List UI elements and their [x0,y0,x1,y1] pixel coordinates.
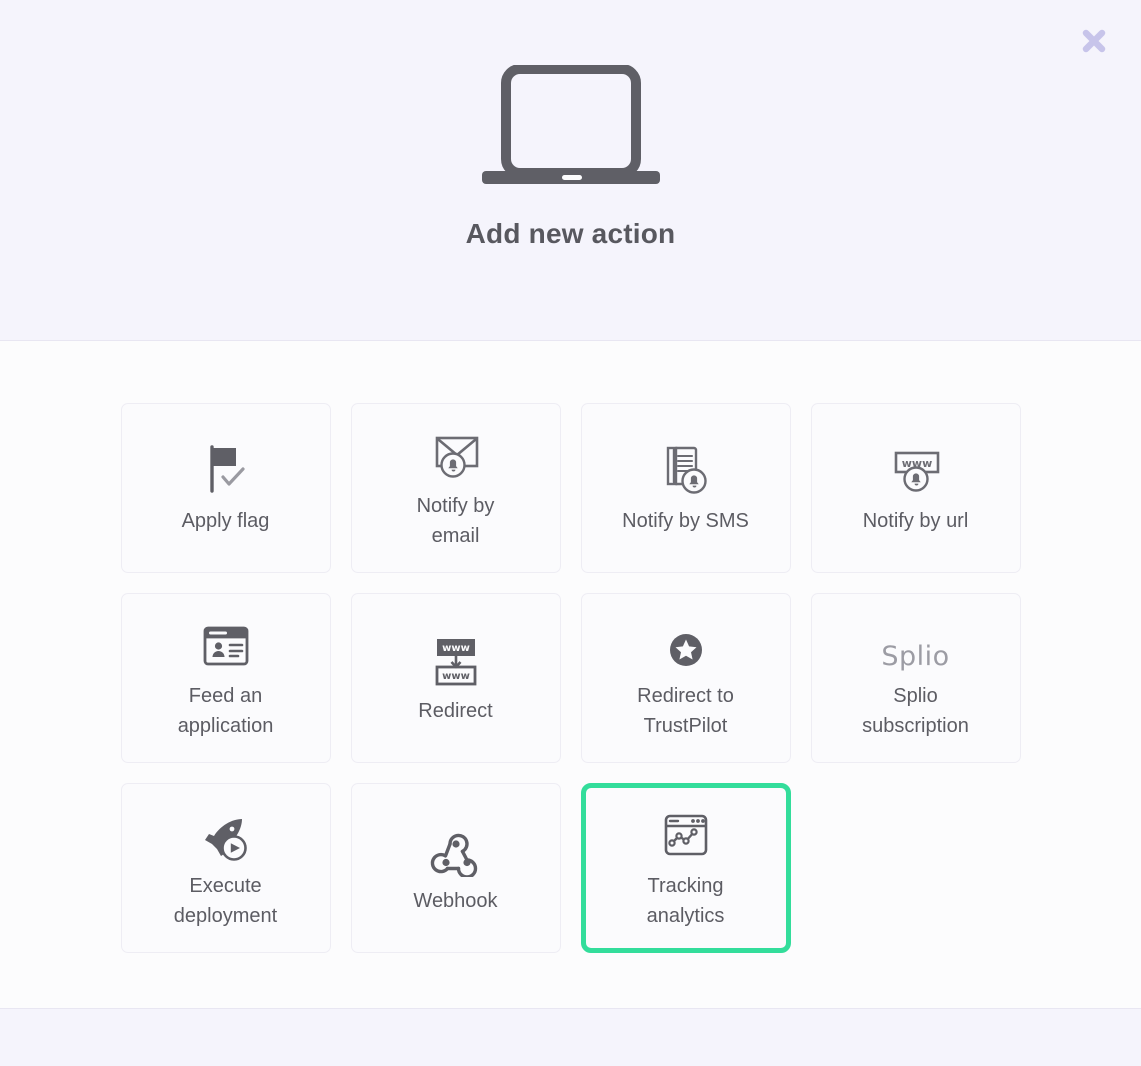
splio-logo-text: Splio [881,641,950,673]
action-card-grid: Apply flag Notify by email Notify by SMS… [120,403,1021,953]
action-card-label: Notify by SMS [622,510,749,533]
modal-body: Apply flag Notify by email Notify by SMS… [0,341,1141,1008]
action-card-notify-by-email[interactable]: Notify by email [350,403,561,573]
page-title: Add new action [465,218,676,249]
modal-header: Add new action [0,0,1141,341]
action-card-label: Notify by email [416,495,495,547]
rocket-play-icon [199,804,253,862]
action-card-execute-deployment[interactable]: Execute deployment [120,783,331,953]
action-card-label: Feed an application [177,685,274,737]
phone-bell-icon [658,439,714,497]
action-card-label: Execute deployment [173,875,278,927]
action-card-redirect-trustpilot[interactable]: Redirect to TrustPilot [580,593,791,763]
envelope-bell-icon [428,424,484,482]
browser-profile-icon [200,614,252,672]
action-card-redirect[interactable]: www www Redirect [350,593,561,763]
star-circle-icon [664,614,708,672]
action-card-notify-by-sms[interactable]: Notify by SMS [580,403,791,573]
add-action-modal: Add new action Apply flag Notify by emai… [0,0,1141,1066]
action-card-label: Redirect [418,700,493,723]
www-bell-icon: www [887,439,945,497]
action-card-feed-an-application[interactable]: Feed an application [120,593,331,763]
action-card-notify-by-url[interactable]: www Notify by url [810,403,1021,573]
action-card-webhook[interactable]: Webhook [350,783,561,953]
action-card-label: Webhook [413,890,498,913]
close-button[interactable] [1073,20,1115,62]
svg-text:www: www [442,643,470,654]
webhook-icon [429,819,483,878]
modal-footer [0,1008,1141,1066]
splio-logo: Splio [881,614,949,672]
svg-text:www: www [442,671,470,682]
action-card-splio-subscription[interactable]: Splio Splio subscription [810,593,1021,763]
action-card-tracking-analytics[interactable]: Tracking analytics [580,783,791,953]
action-card-label: Apply flag [181,510,270,533]
action-card-label: Splio subscription [862,685,969,737]
close-icon [1082,29,1106,53]
action-card-label: Notify by url [862,510,969,533]
laptop-icon [471,62,671,194]
browser-chart-icon [660,804,712,862]
action-card-apply-flag[interactable]: Apply flag [120,403,331,573]
flag-check-icon [198,439,254,497]
action-card-label: Tracking analytics [646,875,725,927]
www-redirect-icon: www www [429,629,483,687]
action-card-label: Redirect to TrustPilot [637,685,734,737]
